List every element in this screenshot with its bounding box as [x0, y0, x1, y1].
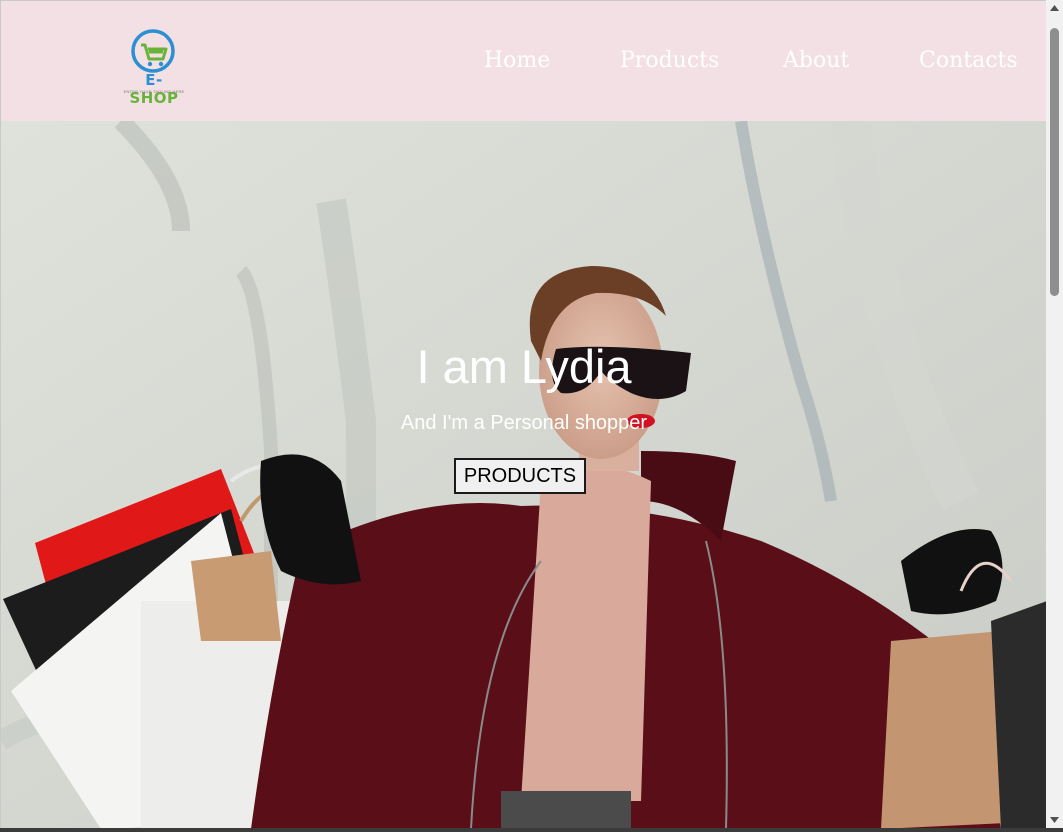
nav-products-link[interactable]: Products — [620, 45, 719, 77]
scroll-down-arrow-icon[interactable] — [1046, 811, 1063, 828]
hero-section: I am Lydia And I'm a Personal shopper PR… — [1, 121, 1046, 828]
scrollbar-thumb[interactable] — [1050, 28, 1059, 296]
nav-contacts-link[interactable]: Contacts — [919, 45, 1018, 77]
logo-tagline: ENTER YOUR TAGLINE HERE — [123, 89, 185, 94]
site-header: E-SHOP ENTER YOUR TAGLINE HERE Home Prod… — [1, 1, 1046, 121]
scroll-up-arrow-icon[interactable] — [1046, 0, 1063, 17]
products-button[interactable]: PRODUCTS — [454, 458, 586, 494]
vertical-scrollbar[interactable] — [1046, 0, 1063, 828]
hero-title: I am Lydia — [416, 340, 632, 393]
page-frame: E-SHOP ENTER YOUR TAGLINE HERE Home Prod… — [0, 0, 1046, 828]
nav-about-link[interactable]: About — [783, 45, 849, 77]
window-bottom-edge — [0, 828, 1063, 832]
main-nav: Home Products About Contacts — [1, 45, 1046, 77]
nav-home-link[interactable]: Home — [484, 45, 550, 77]
hero-subtitle: And I'm a Personal shopper — [400, 412, 648, 434]
